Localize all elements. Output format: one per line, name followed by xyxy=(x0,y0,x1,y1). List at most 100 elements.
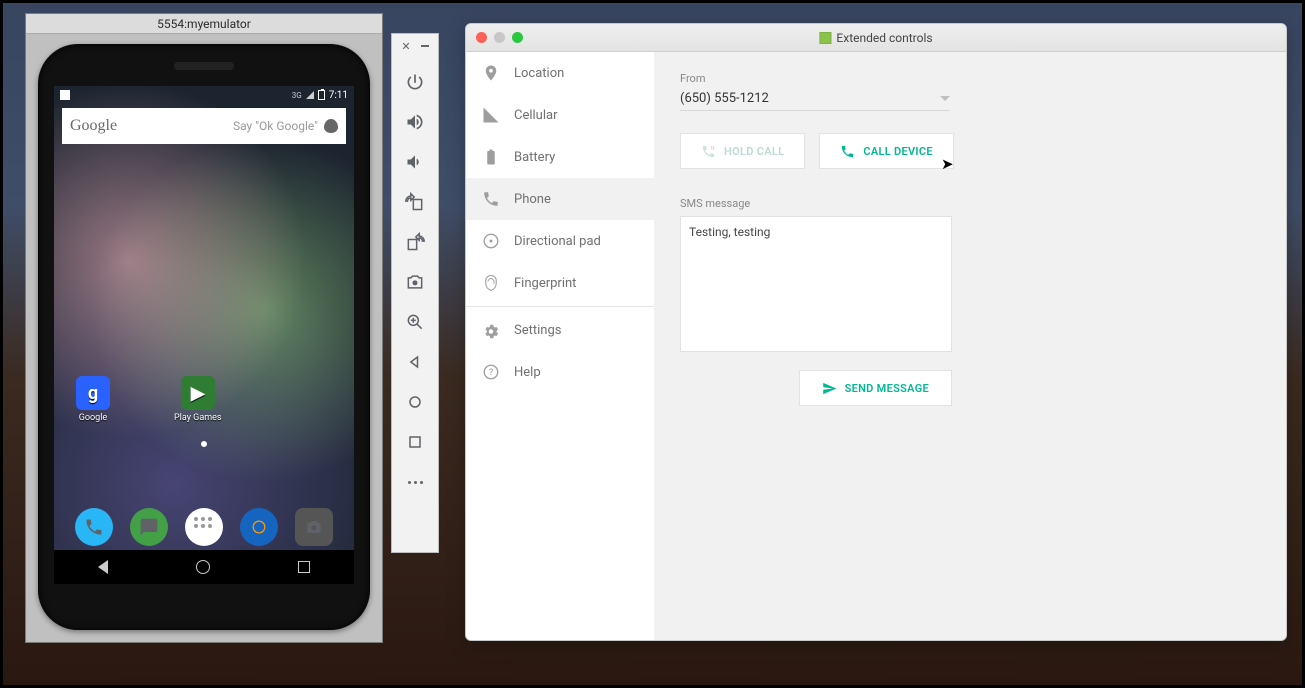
mouse-cursor: ➤ xyxy=(941,155,954,173)
button-label: CALL DEVICE xyxy=(863,145,933,158)
svg-text:?: ? xyxy=(489,368,493,378)
zoom-window[interactable] xyxy=(512,32,523,43)
play-games-icon: ▶ xyxy=(181,376,215,410)
dock-messages[interactable] xyxy=(130,508,168,546)
clock: 7:11 xyxy=(329,90,348,101)
help-icon: ? xyxy=(482,363,500,381)
zoom-button[interactable] xyxy=(391,302,439,342)
google-icon: g xyxy=(76,376,110,410)
screenshot-button[interactable] xyxy=(391,262,439,302)
signal-icon xyxy=(482,106,500,124)
sidebar-item-label: Battery xyxy=(514,150,555,165)
sidebar-item-dpad[interactable]: Directional pad xyxy=(466,220,654,262)
sidebar-item-battery[interactable]: Battery xyxy=(466,136,654,178)
back-button[interactable] xyxy=(391,342,439,382)
from-label: From xyxy=(680,72,1260,85)
dock-browser[interactable] xyxy=(240,508,278,546)
fingerprint-icon xyxy=(482,274,500,292)
sidebar-item-label: Directional pad xyxy=(514,234,601,249)
sidebar-item-fingerprint[interactable]: Fingerprint xyxy=(466,262,654,304)
device-speaker xyxy=(174,62,234,70)
sidebar-item-cellular[interactable]: Cellular xyxy=(466,94,654,136)
call-device-button[interactable]: CALL DEVICE xyxy=(819,133,954,169)
extended-controls-window: Extended controls Location Cellular Batt… xyxy=(465,23,1287,641)
dock xyxy=(54,508,354,546)
sidebar-item-label: Help xyxy=(514,365,541,380)
app-label: Google xyxy=(79,413,107,423)
nav-back[interactable] xyxy=(98,560,108,574)
button-label: HOLD CALL xyxy=(724,145,784,158)
sidebar-item-label: Phone xyxy=(514,192,551,207)
nav-home[interactable] xyxy=(196,560,210,574)
device-screen[interactable]: 3G 7:11 Google Say "Ok Google" g Google … xyxy=(54,86,354,584)
dock-phone[interactable] xyxy=(75,508,113,546)
minimize-window[interactable] xyxy=(494,32,505,43)
button-label: SEND MESSAGE xyxy=(845,382,929,395)
emulator-toolstrip: ✕ xyxy=(391,33,439,553)
phone-panel: From (650) 555-1212 HOLD CALL CALL DEVIC… xyxy=(654,52,1286,640)
sidebar-item-label: Fingerprint xyxy=(514,276,576,291)
android-navbar xyxy=(54,550,354,584)
more-button[interactable] xyxy=(391,462,439,502)
search-hint: Say "Ok Google" xyxy=(123,119,318,133)
volume-up-button[interactable] xyxy=(391,102,439,142)
close-window[interactable] xyxy=(476,32,487,43)
sidebar-item-label: Cellular xyxy=(514,108,557,123)
toolstrip-close[interactable]: ✕ xyxy=(401,40,410,53)
sidebar-item-label: Location xyxy=(514,66,564,81)
call-icon xyxy=(840,144,855,159)
pin-icon xyxy=(482,64,500,82)
dpad-icon xyxy=(482,232,500,250)
home-apps-row: g Google ▶ Play Games xyxy=(54,376,354,423)
notification-icon xyxy=(60,90,70,100)
power-button[interactable] xyxy=(391,62,439,102)
traffic-lights xyxy=(466,32,523,43)
volume-down-button[interactable] xyxy=(391,142,439,182)
dock-camera[interactable] xyxy=(295,508,333,546)
device-frame: 3G 7:11 Google Say "Ok Google" g Google … xyxy=(38,44,370,630)
dock-all-apps[interactable] xyxy=(185,508,223,546)
sidebar-item-phone[interactable]: Phone xyxy=(466,178,654,220)
sidebar-item-location[interactable]: Location xyxy=(466,52,654,94)
extended-sidebar: Location Cellular Battery Phone Directio… xyxy=(466,52,654,640)
chevron-down-icon xyxy=(940,96,950,101)
app-label: Play Games xyxy=(174,413,222,423)
hold-call-button: HOLD CALL xyxy=(680,133,805,169)
overview-button[interactable] xyxy=(391,422,439,462)
gear-icon xyxy=(482,321,500,339)
signal-icon xyxy=(306,91,314,99)
app-icon xyxy=(819,32,831,44)
network-label: 3G xyxy=(292,91,302,100)
emulator-window: 5554:myemulator 3G 7:11 Google Say "Ok G… xyxy=(25,13,383,643)
battery-icon xyxy=(318,90,325,100)
sidebar-item-help[interactable]: ? Help xyxy=(466,351,654,393)
phone-icon xyxy=(482,190,500,208)
google-search-bar[interactable]: Google Say "Ok Google" xyxy=(62,108,346,144)
rotate-right-button[interactable] xyxy=(391,222,439,262)
android-statusbar: 3G 7:11 xyxy=(54,86,354,104)
from-value: (650) 555-1212 xyxy=(680,91,940,106)
rotate-left-button[interactable] xyxy=(391,182,439,222)
app-google[interactable]: g Google xyxy=(76,376,110,423)
sidebar-item-settings[interactable]: Settings xyxy=(466,309,654,351)
extended-titlebar[interactable]: Extended controls xyxy=(466,24,1286,52)
sidebar-divider xyxy=(466,306,654,307)
nav-recents[interactable] xyxy=(298,561,310,573)
sms-label: SMS message xyxy=(680,197,1260,210)
window-title: Extended controls xyxy=(819,31,932,45)
send-icon xyxy=(822,381,837,396)
battery-icon xyxy=(482,148,500,166)
hold-call-icon xyxy=(701,144,716,159)
mic-icon[interactable] xyxy=(324,119,338,133)
toolstrip-minimize[interactable] xyxy=(421,45,429,47)
sms-textarea[interactable] xyxy=(680,216,952,352)
send-message-button[interactable]: SEND MESSAGE xyxy=(799,370,952,406)
home-button[interactable] xyxy=(391,382,439,422)
emulator-titlebar[interactable]: 5554:myemulator xyxy=(26,14,382,34)
sidebar-item-label: Settings xyxy=(514,323,561,338)
app-play-games[interactable]: ▶ Play Games xyxy=(174,376,222,423)
window-title-text: Extended controls xyxy=(836,31,932,45)
page-indicator xyxy=(201,441,207,447)
google-logo-text: Google xyxy=(70,117,117,135)
from-dropdown[interactable]: (650) 555-1212 xyxy=(680,91,950,111)
